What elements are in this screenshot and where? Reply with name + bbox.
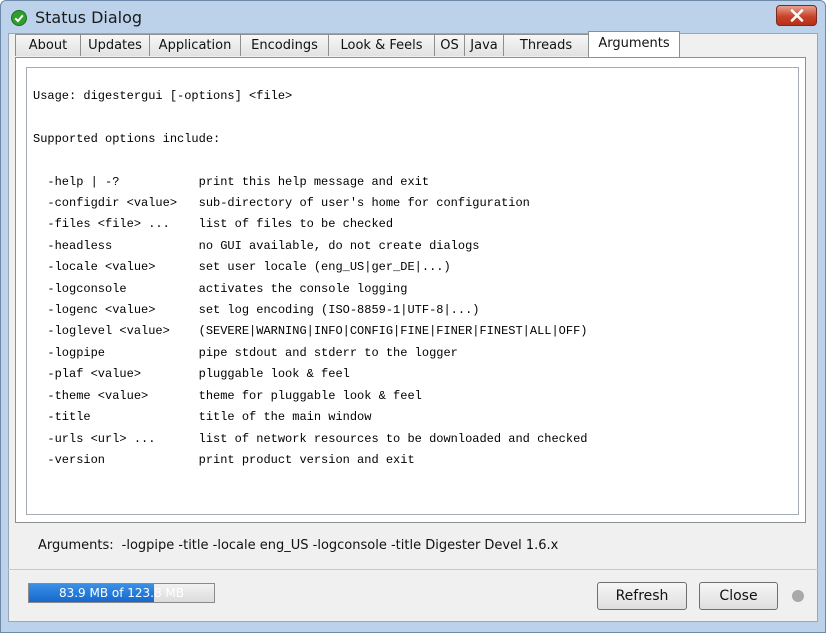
tab-updates[interactable]: Updates: [80, 34, 150, 56]
help-text-area[interactable]: Usage: digestergui [-options] <file> Sup…: [26, 67, 799, 515]
help-text: Usage: digestergui [-options] <file> Sup…: [33, 89, 588, 467]
title-bar[interactable]: Status Dialog: [1, 1, 825, 35]
tab-threads[interactable]: Threads: [503, 34, 589, 56]
memory-usage-text: 83.9 MB of 123.8 MB: [58, 586, 185, 600]
refresh-button[interactable]: Refresh: [597, 582, 687, 610]
close-x-icon: [790, 9, 804, 22]
tab-look-and-feels[interactable]: Look & Feels: [328, 34, 435, 56]
tab-about[interactable]: About: [15, 34, 81, 56]
arguments-value: -logpipe -title -locale eng_US -logconso…: [121, 538, 559, 553]
close-button[interactable]: Close: [699, 582, 778, 610]
tab-arguments[interactable]: Arguments: [588, 31, 680, 57]
window-title: Status Dialog: [35, 8, 143, 27]
tab-os[interactable]: OS: [434, 34, 465, 56]
footer-separator: [8, 569, 820, 570]
tab-application[interactable]: Application: [149, 34, 241, 56]
status-indicator: [792, 590, 804, 602]
tab-java[interactable]: Java: [464, 34, 504, 56]
arguments-row: Arguments: -logpipe -title -locale eng_US…: [38, 538, 558, 553]
tab-encodings[interactable]: Encodings: [240, 34, 329, 56]
green-checkmark-icon: [11, 10, 27, 26]
window-close-button[interactable]: [776, 5, 817, 26]
arguments-label: Arguments:: [38, 538, 114, 553]
arguments-panel: Usage: digestergui [-options] <file> Sup…: [15, 57, 806, 523]
memory-usage-bar[interactable]: 83.9 MB of 123.8 MB: [28, 583, 215, 603]
status-dialog-window: Status Dialog About Updates Application …: [0, 0, 826, 633]
